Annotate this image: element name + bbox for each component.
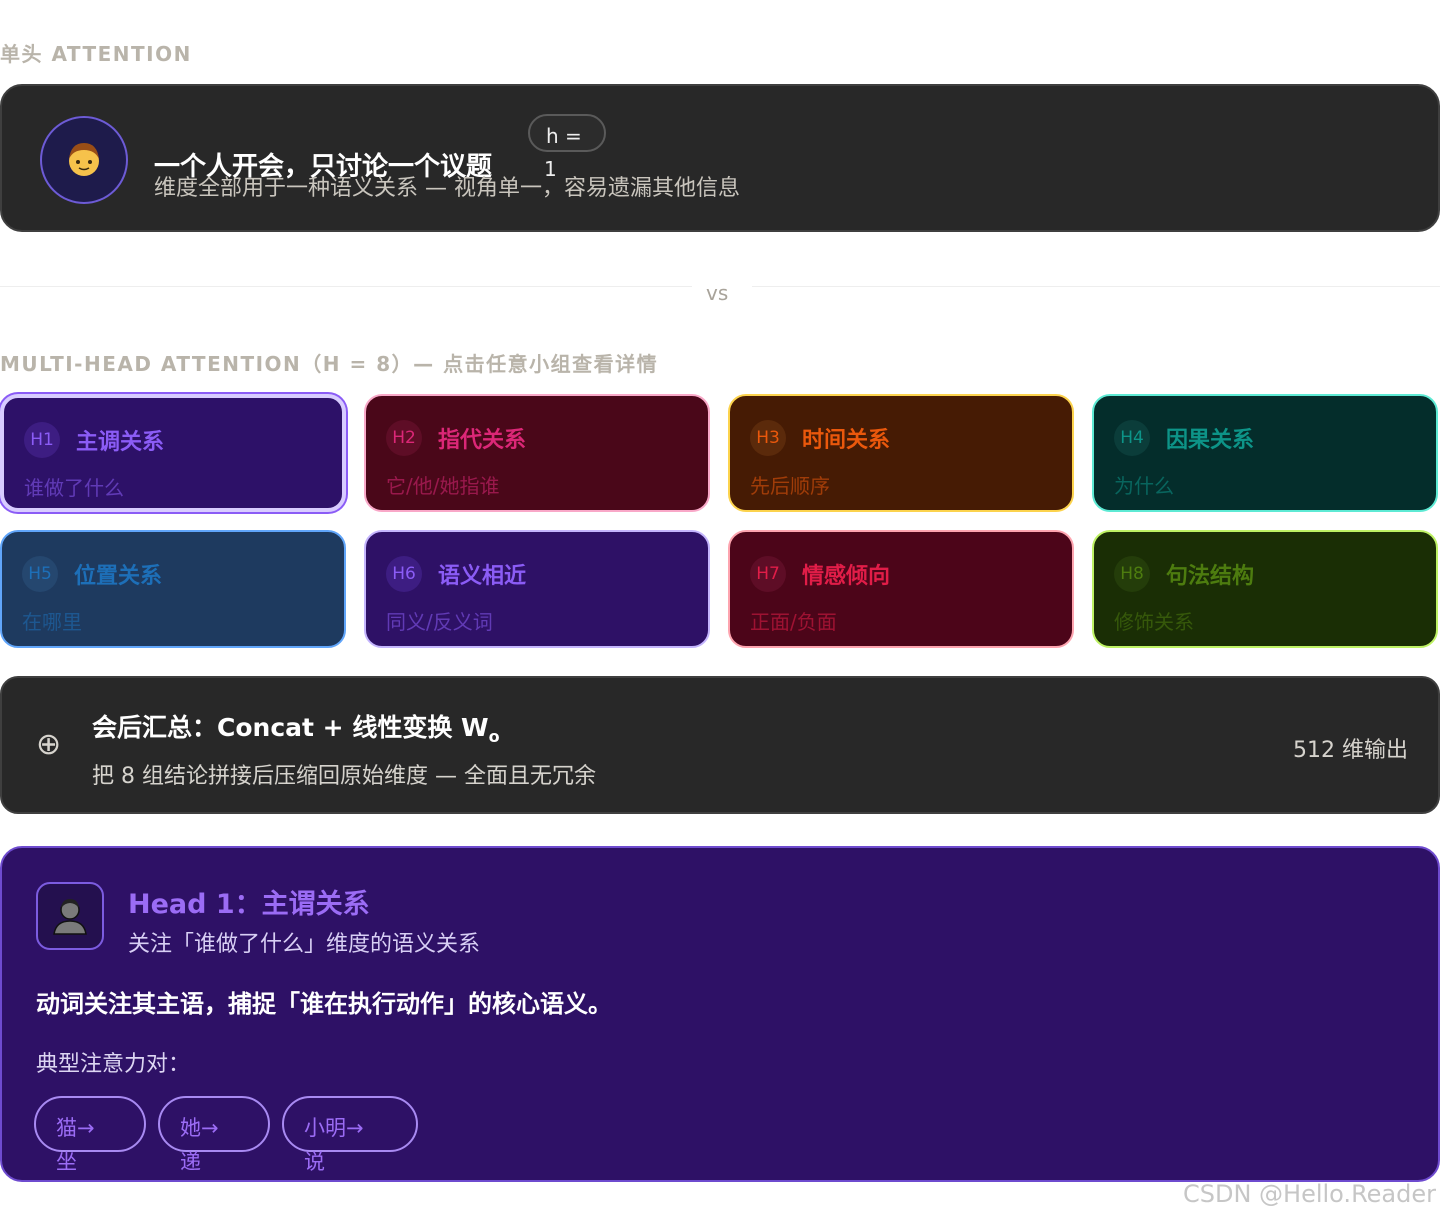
head-card-h4[interactable]: H4 因果关系为什么 bbox=[1092, 394, 1438, 512]
head-id-badge: H5 bbox=[22, 556, 58, 592]
pair-source: 猫→ bbox=[56, 1116, 95, 1140]
plus-circle-icon: ⊕ bbox=[36, 727, 62, 762]
pair-target: 说 bbox=[304, 1150, 325, 1174]
concat-summary-bar: ⊕ 会后汇总：Concat + 线性变换 Wo 把 8 组结论拼接后压缩回原始维… bbox=[0, 676, 1440, 814]
head-id-badge: H7 bbox=[750, 556, 786, 592]
summary-subtitle: 把 8 组结论拼接后压缩回原始维度 — 全面且无冗余 bbox=[92, 764, 596, 789]
head-detail-panel: Head 1：主谓关系 关注「谁做了什么」维度的语义关系 动词关注其主语，捕捉「… bbox=[0, 846, 1440, 1182]
watermark: CSDN @Hello.Reader bbox=[1182, 1180, 1436, 1208]
pair-target: 坐 bbox=[56, 1150, 77, 1174]
head-card-h2[interactable]: H2 指代关系它/他/她指谁 bbox=[364, 394, 710, 512]
attention-pair-chip[interactable]: 猫→ 坐 bbox=[34, 1096, 146, 1174]
head-id-badge: H1 bbox=[24, 422, 60, 458]
head-id-badge: H8 bbox=[1114, 556, 1150, 592]
detail-description: 动词关注其主语，捕捉「谁在执行动作」的核心语义。 bbox=[36, 990, 612, 1018]
head-name: 指代关系 bbox=[438, 428, 527, 453]
summary-output-dim: 512 维输出 bbox=[1293, 738, 1408, 763]
divider-right bbox=[752, 286, 1440, 287]
multi-head-section-label: MULTI-HEAD ATTENTION（H = 8）— 点击任意小组查看详情 bbox=[0, 352, 659, 376]
single-head-section-label: 单头 ATTENTION bbox=[0, 42, 192, 66]
head-count-value: 1 bbox=[544, 157, 557, 181]
head-description: 为什么 bbox=[1114, 474, 1174, 498]
head-id-badge: H4 bbox=[1114, 420, 1150, 456]
single-head-subtitle: 维度全部用于一种语义关系 — 视角单一，容易遗漏其他信息 bbox=[154, 176, 740, 201]
head-name: 因果关系 bbox=[1166, 428, 1255, 453]
head-id-badge: H2 bbox=[386, 420, 422, 456]
pair-source: 小明→ bbox=[304, 1116, 364, 1140]
head-id-badge: H3 bbox=[750, 420, 786, 456]
attention-pair-chip[interactable]: 小明→ 说 bbox=[282, 1096, 418, 1174]
head-card-h1[interactable]: H1 主调关系谁做了什么 bbox=[0, 394, 346, 512]
head-card-h6[interactable]: H6 语义相近同义/反义词 bbox=[364, 530, 710, 648]
summary-title: 会后汇总：Concat + 线性变换 Wo bbox=[92, 708, 500, 746]
head-description: 在哪里 bbox=[22, 610, 82, 634]
divider-left bbox=[0, 286, 692, 287]
head-card-h5[interactable]: H5 位置关系在哪里 bbox=[0, 530, 346, 648]
pair-target: 递 bbox=[180, 1150, 201, 1174]
vs-label: vs bbox=[706, 281, 729, 305]
head-description: 正面/负面 bbox=[750, 610, 837, 634]
detail-subtitle: 关注「谁做了什么」维度的语义关系 bbox=[128, 932, 481, 957]
head-card-h7[interactable]: H7 情感倾向正面/负面 bbox=[728, 530, 1074, 648]
pair-source: 她→ bbox=[180, 1116, 219, 1140]
attention-pairs-label: 典型注意力对： bbox=[36, 1052, 191, 1077]
person-dark-icon bbox=[36, 882, 104, 950]
head-description: 先后顺序 bbox=[750, 474, 830, 498]
head-name: 位置关系 bbox=[74, 564, 163, 589]
head-name: 主调关系 bbox=[76, 430, 165, 455]
head-name: 情感倾向 bbox=[802, 564, 891, 589]
head-name: 句法结构 bbox=[1166, 564, 1255, 589]
head-name: 语义相近 bbox=[438, 564, 527, 589]
head-description: 谁做了什么 bbox=[24, 476, 124, 500]
head-description: 它/他/她指谁 bbox=[386, 474, 500, 498]
summary-title-subscript: o bbox=[488, 727, 500, 746]
summary-title-text: 会后汇总：Concat + 线性变换 W bbox=[92, 713, 489, 742]
head-card-h8[interactable]: H8 句法结构修饰关系 bbox=[1092, 530, 1438, 648]
head-description: 修饰关系 bbox=[1114, 610, 1194, 634]
head-name: 时间关系 bbox=[802, 428, 891, 453]
head-count-badge: h = bbox=[528, 114, 606, 152]
person-icon bbox=[40, 116, 128, 204]
attention-pair-chip[interactable]: 她→ 递 bbox=[158, 1096, 270, 1174]
head-card-h3[interactable]: H3 时间关系先后顺序 bbox=[728, 394, 1074, 512]
head-description: 同义/反义词 bbox=[386, 610, 493, 634]
head-id-badge: H6 bbox=[386, 556, 422, 592]
detail-title: Head 1：主谓关系 bbox=[128, 889, 370, 920]
